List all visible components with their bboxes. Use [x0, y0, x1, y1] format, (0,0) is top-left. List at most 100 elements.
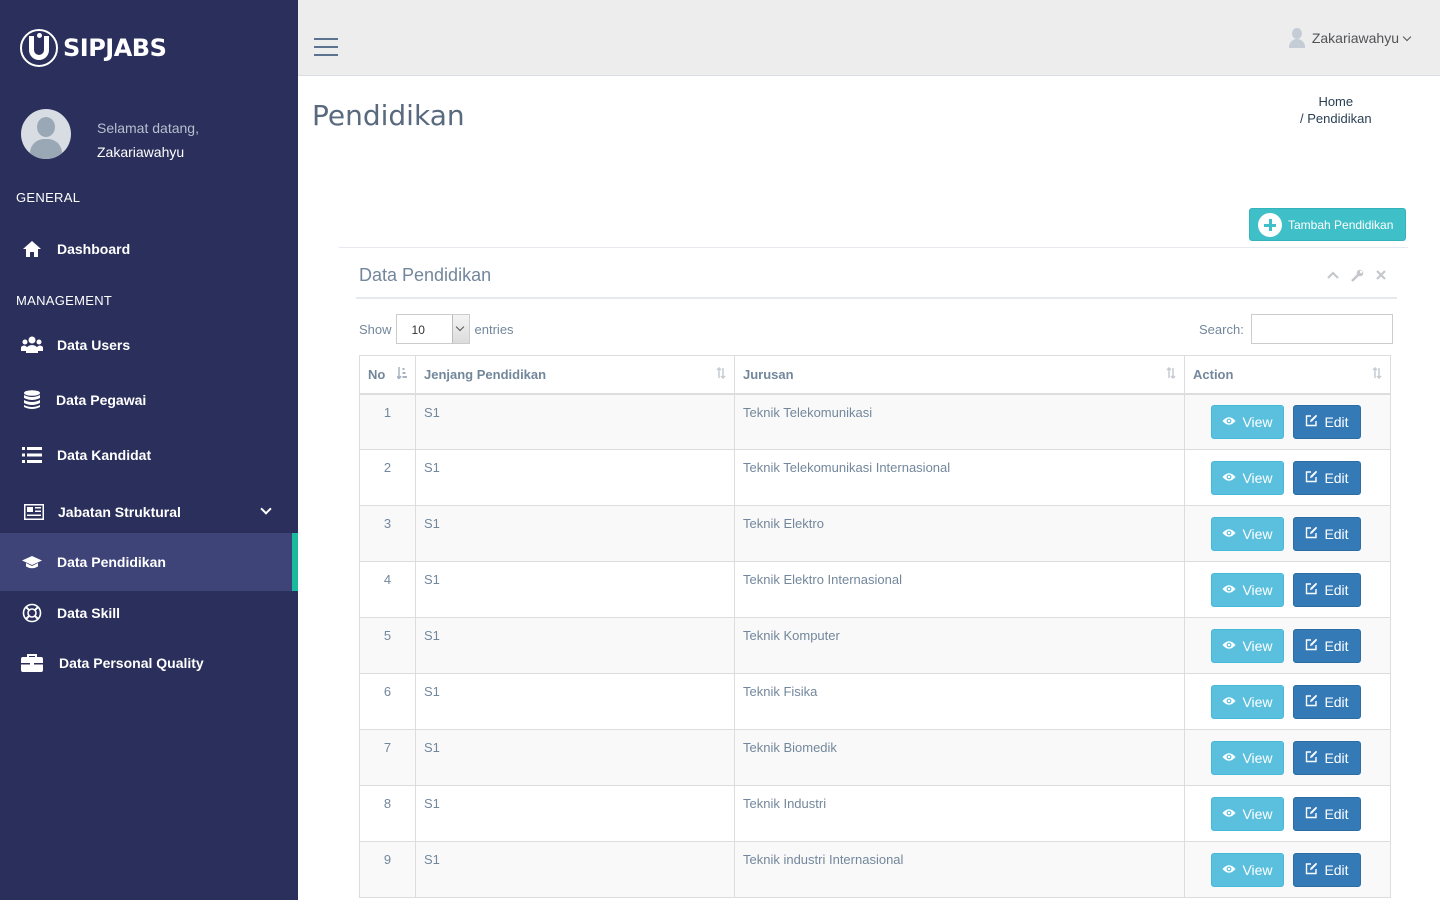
view-button-label: View: [1242, 637, 1273, 654]
edit-button-label: Edit: [1324, 413, 1349, 430]
cell-action: View Edit: [1184, 841, 1391, 898]
view-button[interactable]: View: [1211, 684, 1284, 719]
table-search: Search:: [1199, 314, 1393, 344]
edit-icon: [1305, 638, 1318, 654]
edit-icon: [1305, 806, 1318, 822]
eye-icon: [1222, 807, 1236, 821]
sidebar-item-data-kandidat[interactable]: Data Kandidat: [0, 430, 298, 480]
eye-icon: [1222, 639, 1236, 653]
divider: [356, 297, 1397, 299]
show-label: Show: [359, 321, 392, 337]
sidebar-item-label: Data Pendidikan: [57, 554, 166, 570]
view-button-label: View: [1242, 693, 1273, 710]
avatar: [21, 109, 71, 159]
brand[interactable]: SIPJABS: [20, 28, 167, 68]
eye-icon: [1222, 527, 1236, 541]
close-icon[interactable]: [1374, 268, 1388, 282]
edit-icon: [1305, 414, 1318, 430]
cell-jurusan: Teknik Industri: [734, 785, 1185, 842]
cell-jurusan: Teknik Fisika: [734, 673, 1185, 730]
edit-button[interactable]: Edit: [1293, 460, 1361, 495]
cell-jenjang: S1: [415, 841, 735, 898]
view-button[interactable]: View: [1211, 796, 1284, 831]
edit-button-label: Edit: [1324, 805, 1349, 822]
database-icon: [21, 389, 43, 411]
chevron-down-icon: [1402, 32, 1412, 41]
view-button[interactable]: View: [1211, 404, 1284, 439]
entries-select[interactable]: 10: [395, 314, 470, 344]
breadcrumb-home-link[interactable]: Home: [1300, 93, 1372, 110]
view-button-label: View: [1242, 469, 1273, 486]
edit-button[interactable]: Edit: [1293, 684, 1361, 719]
cell-jenjang: S1: [415, 673, 735, 730]
view-button[interactable]: View: [1211, 572, 1284, 607]
cell-jurusan: Teknik Telekomunikasi: [734, 393, 1185, 450]
sidebar-item-jabatan-struktural[interactable]: Jabatan Struktural: [0, 487, 298, 537]
view-button[interactable]: View: [1211, 516, 1284, 551]
edit-button[interactable]: Edit: [1293, 852, 1361, 887]
column-header-jenjang[interactable]: Jenjang Pendidikan: [415, 355, 735, 395]
add-pendidikan-button[interactable]: Tambah Pendidikan: [1249, 208, 1406, 241]
edit-icon: [1305, 750, 1318, 766]
user-menu-name: Zakariawahyu: [1311, 30, 1399, 46]
cell-jenjang: S1: [415, 449, 735, 506]
briefcase-icon: [21, 652, 43, 674]
collapse-icon[interactable]: [1326, 268, 1340, 282]
sort-asc-icon: [396, 367, 407, 382]
cell-action: View Edit: [1184, 561, 1391, 618]
view-button-label: View: [1242, 805, 1273, 822]
view-button[interactable]: View: [1211, 740, 1284, 775]
cell-no: 1: [359, 393, 416, 450]
edit-button-label: Edit: [1324, 469, 1349, 486]
life-ring-icon: [21, 602, 43, 624]
edit-button-label: Edit: [1324, 749, 1349, 766]
view-button[interactable]: View: [1211, 460, 1284, 495]
menu-toggle-icon[interactable]: [314, 38, 338, 62]
edit-button[interactable]: Edit: [1293, 572, 1361, 607]
cell-action: View Edit: [1184, 393, 1391, 450]
sidebar-item-data-users[interactable]: Data Users: [0, 320, 298, 370]
view-button[interactable]: View: [1211, 852, 1284, 887]
column-header-jurusan[interactable]: Jurusan: [734, 355, 1185, 395]
cell-action: View Edit: [1184, 785, 1391, 842]
user-menu-dropdown[interactable]: Zakariawahyu: [1288, 28, 1412, 48]
add-button-label: Tambah Pendidikan: [1288, 217, 1394, 232]
view-button[interactable]: View: [1211, 628, 1284, 663]
table-row: 1 S1 Teknik Telekomunikasi View Edit: [359, 393, 1391, 450]
edit-button[interactable]: Edit: [1293, 740, 1361, 775]
search-input[interactable]: [1250, 314, 1393, 344]
sort-icon: [1372, 366, 1382, 382]
sidebar-item-data-personal-quality[interactable]: Data Personal Quality: [0, 638, 298, 688]
cell-jurusan: Teknik industri Internasional: [734, 841, 1185, 898]
cell-jurusan: Teknik Elektro: [734, 505, 1185, 562]
cell-jenjang: S1: [415, 729, 735, 786]
section-management: MANAGEMENT: [16, 293, 113, 308]
edit-icon: [1305, 694, 1318, 710]
sidebar-item-data-pegawai[interactable]: Data Pegawai: [0, 375, 298, 425]
wrench-icon[interactable]: [1350, 268, 1364, 282]
eye-icon: [1222, 471, 1236, 485]
sort-icon: [1166, 366, 1176, 382]
sidebar-item-data-pendidikan[interactable]: Data Pendidikan: [0, 533, 298, 591]
table-header-row: No Jenjang Pendidikan Jurusan Action: [359, 355, 1391, 395]
home-icon: [21, 238, 43, 260]
sidebar-item-label: Data Pegawai: [56, 392, 147, 408]
table-row: 5 S1 Teknik Komputer View Edit: [359, 617, 1391, 674]
cell-action: View Edit: [1184, 729, 1391, 786]
sidebar-item-dashboard[interactable]: Dashboard: [0, 224, 298, 274]
edit-button[interactable]: Edit: [1293, 628, 1361, 663]
table-row: 3 S1 Teknik Elektro View Edit: [359, 505, 1391, 562]
entries-select-value: 10: [411, 323, 425, 337]
cell-no: 4: [359, 561, 416, 618]
column-header-action[interactable]: Action: [1184, 355, 1391, 395]
sidebar-item-label: Data Users: [57, 337, 131, 353]
edit-button[interactable]: Edit: [1293, 404, 1361, 439]
view-button-label: View: [1242, 861, 1273, 878]
edit-button[interactable]: Edit: [1293, 796, 1361, 831]
eye-icon: [1222, 863, 1236, 877]
breadcrumb: Home / Pendidikan: [1300, 93, 1372, 127]
page-title: Pendidikan: [312, 99, 465, 132]
sidebar-item-data-skill[interactable]: Data Skill: [0, 588, 298, 638]
edit-button[interactable]: Edit: [1293, 516, 1361, 551]
column-header-no[interactable]: No: [359, 355, 416, 395]
